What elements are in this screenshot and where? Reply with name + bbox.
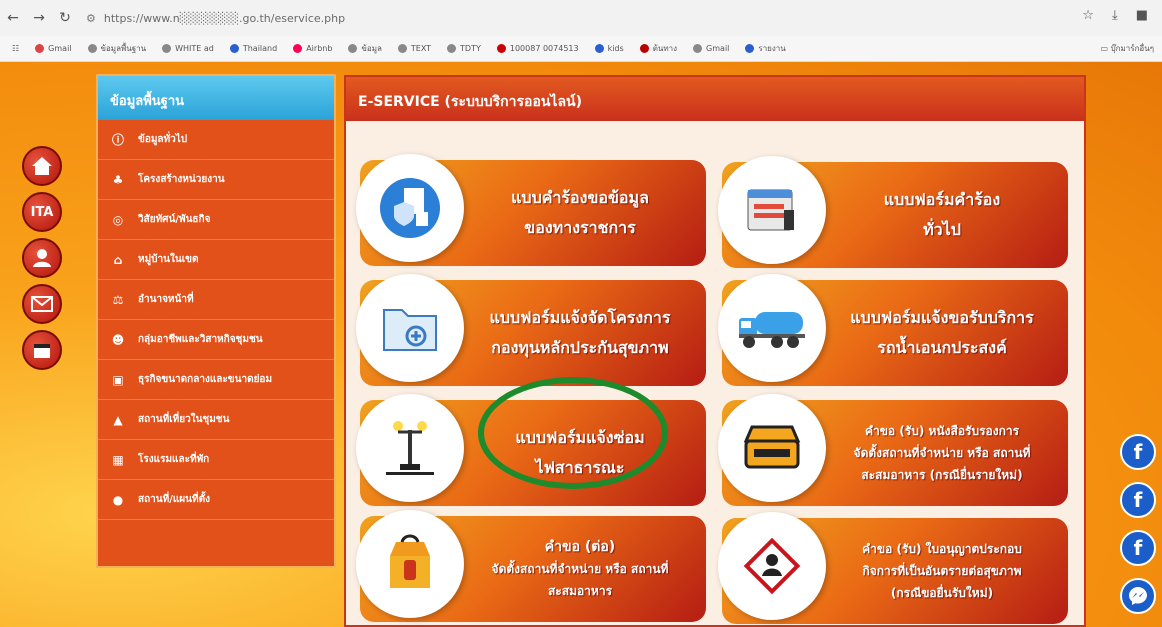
org-chart-icon: ♣: [112, 172, 124, 187]
facebook-icon[interactable]: f: [1120, 482, 1156, 518]
card-line: คำขอ (ต่อ): [544, 539, 616, 555]
card-line: แบบฟอร์มคำร้อง: [883, 190, 1001, 209]
card-line: จัดตั้งสถานที่จำหน่าย หรือ สถานที่: [853, 446, 1031, 460]
bookmark[interactable]: 100087 0074513: [496, 44, 579, 53]
bookmark[interactable]: Gmail: [693, 44, 729, 53]
profile-icon[interactable]: ■: [1136, 8, 1148, 23]
mail-icon[interactable]: [22, 284, 62, 324]
bookmark[interactable]: WHITE ad: [162, 44, 214, 53]
bookmark[interactable]: Airbnb: [293, 44, 332, 53]
quick-links-column: ITA: [22, 146, 62, 376]
back-icon[interactable]: ←: [0, 10, 26, 26]
calendar-icon[interactable]: [22, 330, 62, 370]
user-icon[interactable]: [22, 238, 62, 278]
download-icon[interactable]: ⤓: [1112, 8, 1118, 23]
other-bookmarks-folder[interactable]: ▭ บุ๊กมาร์กอื่นๆ: [1100, 42, 1154, 55]
apps-icon[interactable]: ☷: [12, 44, 19, 53]
sidebar-item-vision[interactable]: ◎ วิสัยทัศน์/พันธกิจ: [98, 200, 334, 240]
bookmark[interactable]: Thailand: [229, 44, 277, 53]
card-line: ของทางราชการ: [524, 218, 636, 237]
service-card-hazard-license[interactable]: คำขอ (รับ) ใบอนุญาตประกอบ กิจการที่เป็นอ…: [718, 512, 1068, 624]
card-line: กิจการที่เป็นอันตรายต่อสุขภาพ: [862, 564, 1022, 578]
highlight-ring: [478, 377, 668, 489]
service-card-info-request[interactable]: แบบคำร้องขอข้อมูล ของทางราชการ: [356, 154, 706, 266]
bookmark[interactable]: รายงาน: [745, 42, 786, 55]
sidebar-item-attractions[interactable]: ▲ สถานที่เที่ยวในชุมชน: [98, 400, 334, 440]
card-line: คำขอ (รับ) ใบอนุญาตประกอบ: [862, 542, 1022, 556]
takeaway-box-icon: [356, 510, 464, 618]
bookmark[interactable]: ข้อมูลพื้นฐาน: [87, 42, 146, 55]
browser-toolbar: ← → ↻ ⚙ https://www.n░░░░░░░.go.th/eserv…: [0, 0, 1162, 36]
messenger-icon[interactable]: [1120, 578, 1156, 614]
sidebar-title: ข้อมูลพื้นฐาน: [98, 76, 334, 120]
document-shield-icon: [356, 154, 464, 262]
card-line: ทั่วไป: [923, 220, 961, 239]
bookmark[interactable]: Gmail: [35, 44, 72, 53]
card-line: คำขอ (รับ) หนังสือรับรองการ: [864, 424, 1020, 438]
scale-icon: ⚖: [112, 292, 124, 307]
url-text: https://www.n░░░░░░░.go.th/eservice.php: [103, 11, 346, 25]
service-card-general-request[interactable]: แบบฟอร์มคำร้อง ทั่วไป: [718, 156, 1068, 268]
target-icon: ◎: [112, 212, 124, 227]
card-line: กองทุนหลักประกันสุขภาพ: [491, 338, 669, 357]
reload-icon[interactable]: ↻: [52, 10, 78, 26]
hotel-icon: ▦: [112, 452, 124, 467]
sidebar-item-villages[interactable]: ⌂ หมู่บ้านในเขต: [98, 240, 334, 280]
page-body: ITA ข้อมูลพื้นฐาน ⓘ ข้อมูลทั่วไป ♣ โครงสร้…: [0, 62, 1162, 627]
facebook-icon[interactable]: f: [1120, 434, 1156, 470]
service-card-food-license-renew[interactable]: คำขอ (ต่อ) จัดตั้งสถานที่จำหน่าย หรือ สถ…: [356, 510, 706, 622]
sidebar-item-authority[interactable]: ⚖ อำนาจหน้าที่: [98, 280, 334, 320]
sidebar-item-org-structure[interactable]: ♣ โครงสร้างหน่วยงาน: [98, 160, 334, 200]
card-line: (กรณีขอยื่นรับใหม่): [890, 586, 994, 600]
card-line: จัดตั้งสถานที่จำหน่าย หรือ สถานที่: [491, 562, 669, 576]
ita-badge[interactable]: ITA: [22, 192, 62, 232]
bookmark[interactable]: TEXT: [397, 44, 431, 53]
star-icon[interactable]: ☆: [1082, 8, 1094, 23]
sidebar-item-location[interactable]: ● สถานที่/แผนที่ตั้ง: [98, 480, 334, 520]
card-line: แบบฟอร์มแจ้งจัดโครงการ: [489, 308, 671, 327]
address-bar[interactable]: ⚙ https://www.n░░░░░░░.go.th/eservice.ph…: [86, 7, 345, 29]
group-icon: ☻: [111, 332, 125, 347]
service-card-health-fund[interactable]: แบบฟอร์มแจ้งจัดโครงการ กองทุนหลักประกันส…: [356, 274, 706, 386]
food-box-icon: [718, 394, 826, 502]
bookmarks-bar: ☷ Gmail ข้อมูลพื้นฐาน WHITE ad Thailand …: [0, 36, 1162, 62]
hazard-icon: [718, 512, 826, 620]
folder-plus-icon: [356, 274, 464, 382]
forward-icon[interactable]: →: [26, 10, 52, 26]
street-light-icon: [356, 394, 464, 502]
bookmark[interactable]: kids: [594, 44, 624, 53]
mountain-icon: ▲: [113, 412, 123, 427]
eservice-title: E-SERVICE (ระบบบริการออนไลน์): [346, 77, 1084, 121]
card-line: แบบคำร้องขอข้อมูล: [511, 188, 649, 207]
sidebar-item-sme[interactable]: ▣ ธุรกิจขนาดกลางและขนาดย่อม: [98, 360, 334, 400]
sidebar-item-community-groups[interactable]: ☻ กลุ่มอาชีพและวิสาหกิจชุมชน: [98, 320, 334, 360]
sidebar: ข้อมูลพื้นฐาน ⓘ ข้อมูลทั่วไป ♣ โครงสร้างหน…: [96, 74, 336, 568]
bookmark[interactable]: ต้นทาง: [639, 42, 677, 55]
facebook-icon[interactable]: f: [1120, 530, 1156, 566]
pin-icon: ●: [112, 492, 124, 507]
card-line: สะสมอาหาร (กรณียื่นรายใหม่): [861, 468, 1023, 482]
service-card-food-license-new[interactable]: คำขอ (รับ) หนังสือรับรองการ จัดตั้งสถานท…: [718, 394, 1068, 506]
info-icon: ⓘ: [111, 132, 124, 147]
card-line: รถน้ำเอนกประสงค์: [877, 338, 1007, 357]
water-truck-icon: [718, 274, 826, 382]
service-card-water-truck[interactable]: แบบฟอร์มแจ้งขอรับบริการ รถน้ำเอนกประสงค์: [718, 274, 1068, 386]
site-settings-icon[interactable]: ⚙: [86, 12, 96, 25]
bookmark[interactable]: TDTY: [447, 44, 481, 53]
form-icon: [718, 156, 826, 264]
sidebar-item-hotels[interactable]: ▦ โรงแรมและที่พัก: [98, 440, 334, 480]
sidebar-item-general-info[interactable]: ⓘ ข้อมูลทั่วไป: [98, 120, 334, 160]
shop-icon: ▣: [112, 372, 124, 387]
home-icon[interactable]: [22, 146, 62, 186]
card-line: แบบฟอร์มแจ้งขอรับบริการ: [850, 308, 1034, 327]
card-line: สะสมอาหาร: [547, 584, 613, 598]
bookmark[interactable]: ข้อมูล: [348, 42, 382, 55]
houses-icon: ⌂: [113, 252, 123, 267]
